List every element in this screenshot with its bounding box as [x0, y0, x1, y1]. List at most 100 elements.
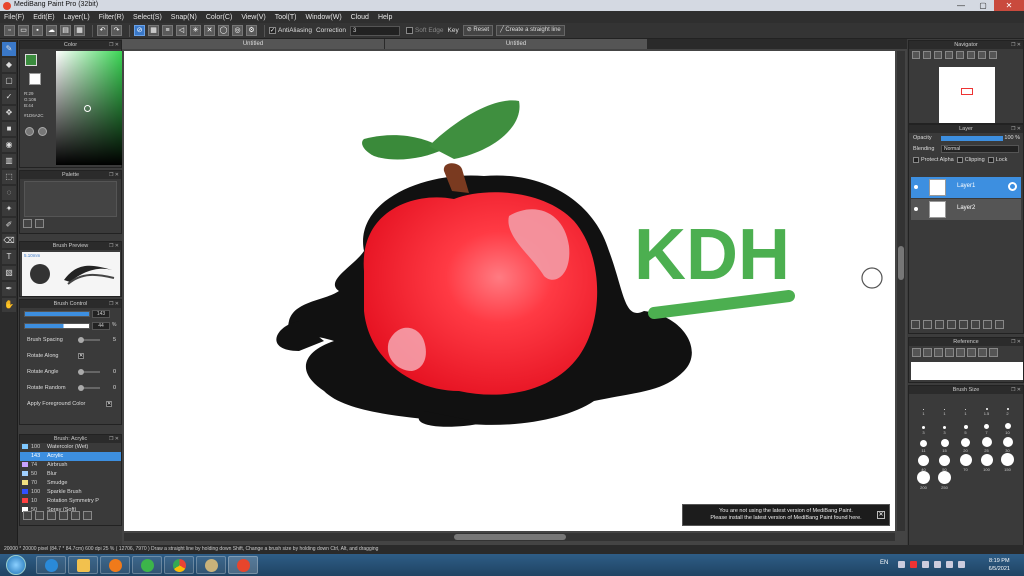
- drawing-canvas[interactable]: KDH: [124, 51, 895, 531]
- brush-item[interactable]: 10 Rotation Symmetry P: [20, 497, 121, 506]
- brush-size-preset[interactable]: 5: [955, 417, 976, 436]
- rotate-right-icon[interactable]: [967, 51, 975, 59]
- brush-size-preset[interactable]: 30: [997, 435, 1018, 454]
- delete-palette-icon[interactable]: [35, 219, 44, 228]
- fit-icon[interactable]: [934, 51, 942, 59]
- protect-alpha-checkbox[interactable]: [913, 156, 919, 163]
- brush-size-preset[interactable]: 25: [976, 435, 997, 454]
- new-layer-icon[interactable]: [911, 320, 920, 329]
- menu-color[interactable]: Color(C): [206, 14, 232, 21]
- clipping-checkbox[interactable]: [956, 156, 963, 163]
- brush-item[interactable]: 100 Sparkle Brush: [20, 488, 121, 497]
- tray-battery-icon[interactable]: [958, 561, 965, 568]
- brush-item[interactable]: 143 Acrylic: [20, 452, 121, 461]
- ref-zoom-out-icon[interactable]: [967, 348, 976, 357]
- menu-window[interactable]: Window(W): [305, 14, 341, 21]
- panel-options-icon[interactable]: ❐ ✕: [109, 300, 119, 308]
- select-tool-icon[interactable]: ⬚: [2, 170, 16, 184]
- snap-off-icon[interactable]: ⊘: [134, 25, 145, 36]
- menu-edit[interactable]: Edit(E): [33, 14, 54, 21]
- brush-opacity-slider[interactable]: [24, 323, 90, 329]
- navigator-thumbnail[interactable]: [939, 67, 995, 123]
- correction-select[interactable]: 3: [349, 25, 400, 36]
- color-picker-marker[interactable]: [84, 105, 91, 112]
- snap-grid-icon[interactable]: ▦: [148, 25, 159, 36]
- taskbar-explorer[interactable]: [68, 556, 98, 574]
- panel-options-icon[interactable]: ❐ ✕: [1011, 386, 1021, 394]
- brush-item[interactable]: 100 Watercolor (Wet): [20, 443, 121, 452]
- add-palette-icon[interactable]: [23, 219, 32, 228]
- divide-tool-icon[interactable]: ▧: [2, 266, 16, 280]
- open-file-icon[interactable]: ▭: [18, 25, 29, 36]
- menu-select[interactable]: Select(S): [133, 14, 162, 21]
- ref-home-icon[interactable]: [912, 348, 921, 357]
- brush-size-preset[interactable]: 200: [913, 471, 934, 491]
- select-check-icon[interactable]: ✓: [2, 90, 16, 104]
- taskbar-paint[interactable]: [196, 556, 226, 574]
- panel-options-icon[interactable]: ❐ ✕: [109, 435, 119, 443]
- language-indicator[interactable]: EN: [880, 560, 888, 566]
- rotate-along-checkbox[interactable]: ✕: [78, 353, 84, 359]
- visibility-eye-icon[interactable]: [914, 185, 918, 189]
- text-tool-icon[interactable]: T: [2, 250, 16, 264]
- move-tool-icon[interactable]: ✥: [2, 106, 16, 120]
- color-mode-icon[interactable]: [38, 127, 47, 136]
- brush-size-value[interactable]: 143: [92, 310, 110, 318]
- menu-snap[interactable]: Snap(N): [171, 14, 197, 21]
- brush-size-preset[interactable]: 2: [997, 398, 1018, 417]
- tray-volume-icon[interactable]: [946, 561, 953, 568]
- cloud-save-icon[interactable]: ☁: [46, 25, 57, 36]
- new-halftone-layer-icon[interactable]: [923, 320, 932, 329]
- layer-camera-icon[interactable]: [983, 320, 992, 329]
- maximize-button[interactable]: ▢: [972, 0, 994, 11]
- duplicate-layer-icon[interactable]: [959, 320, 968, 329]
- menu-layer[interactable]: Layer(L): [64, 14, 90, 21]
- add-brush-icon[interactable]: [35, 511, 44, 520]
- shape-tool-icon[interactable]: ■: [2, 122, 16, 136]
- panel-options-icon[interactable]: ❐ ✕: [109, 41, 119, 49]
- close-button[interactable]: ✕: [994, 0, 1024, 11]
- brush-size-preset[interactable]: 1: [913, 398, 934, 417]
- tab-untitled-1[interactable]: Untitled: [122, 39, 384, 49]
- brush-size-preset[interactable]: 1: [955, 398, 976, 417]
- ref-rotate-icon[interactable]: [989, 348, 998, 357]
- tray-network-icon[interactable]: [934, 561, 941, 568]
- gradient-tool-icon[interactable]: ▥: [2, 154, 16, 168]
- select-eraser-icon[interactable]: ⌫: [2, 234, 16, 248]
- menu-file[interactable]: File(F): [4, 14, 24, 21]
- layer-item-layer2[interactable]: Layer2: [911, 199, 1021, 220]
- brush-settings-icon[interactable]: [23, 511, 32, 520]
- eraser-tool-icon[interactable]: ◆: [2, 58, 16, 72]
- new-file-icon[interactable]: ▫: [4, 25, 15, 36]
- share-icon[interactable]: ▦: [74, 25, 85, 36]
- color-wheel-icon[interactable]: [25, 127, 34, 136]
- tab-untitled-2[interactable]: Untitled: [385, 39, 647, 49]
- save-icon[interactable]: ▪: [32, 25, 43, 36]
- brush-size-preset[interactable]: 1.5: [976, 398, 997, 417]
- menu-view[interactable]: View(V): [241, 14, 265, 21]
- rotate-left-icon[interactable]: [956, 51, 964, 59]
- tray-flag-icon[interactable]: [922, 561, 929, 568]
- snap-angle-icon[interactable]: ◁: [176, 25, 187, 36]
- saturation-value-picker[interactable]: [56, 51, 126, 165]
- reset-view-icon[interactable]: [989, 51, 997, 59]
- layer-item-layer1[interactable]: Layer1: [911, 177, 1021, 198]
- soft-edge-checkbox[interactable]: [405, 27, 413, 34]
- straight-line-button[interactable]: ╱ Create a straight line: [496, 25, 565, 36]
- undo-icon[interactable]: ↶: [97, 25, 108, 36]
- panel-options-icon[interactable]: ❐ ✕: [109, 242, 119, 250]
- layer-settings-gear-icon[interactable]: [1008, 182, 1017, 191]
- palette-swatch-area[interactable]: [24, 181, 117, 217]
- brush-size-preset[interactable]: 70: [955, 453, 976, 473]
- snap-radial-icon[interactable]: ✳: [190, 25, 201, 36]
- export-icon[interactable]: ▤: [60, 25, 71, 36]
- horizontal-scroll-thumb[interactable]: [454, 534, 566, 540]
- magic-wand-icon[interactable]: ✦: [2, 202, 16, 216]
- brush-size-preset[interactable]: 11: [913, 435, 934, 454]
- brush-cloud-icon[interactable]: [47, 511, 56, 520]
- reference-view[interactable]: [911, 362, 1023, 380]
- apply-foreground-checkbox[interactable]: ✕: [106, 401, 112, 407]
- snap-parallel-icon[interactable]: ≡: [162, 25, 173, 36]
- menu-cloud[interactable]: Cloud: [351, 14, 369, 21]
- redo-icon[interactable]: ↷: [111, 25, 122, 36]
